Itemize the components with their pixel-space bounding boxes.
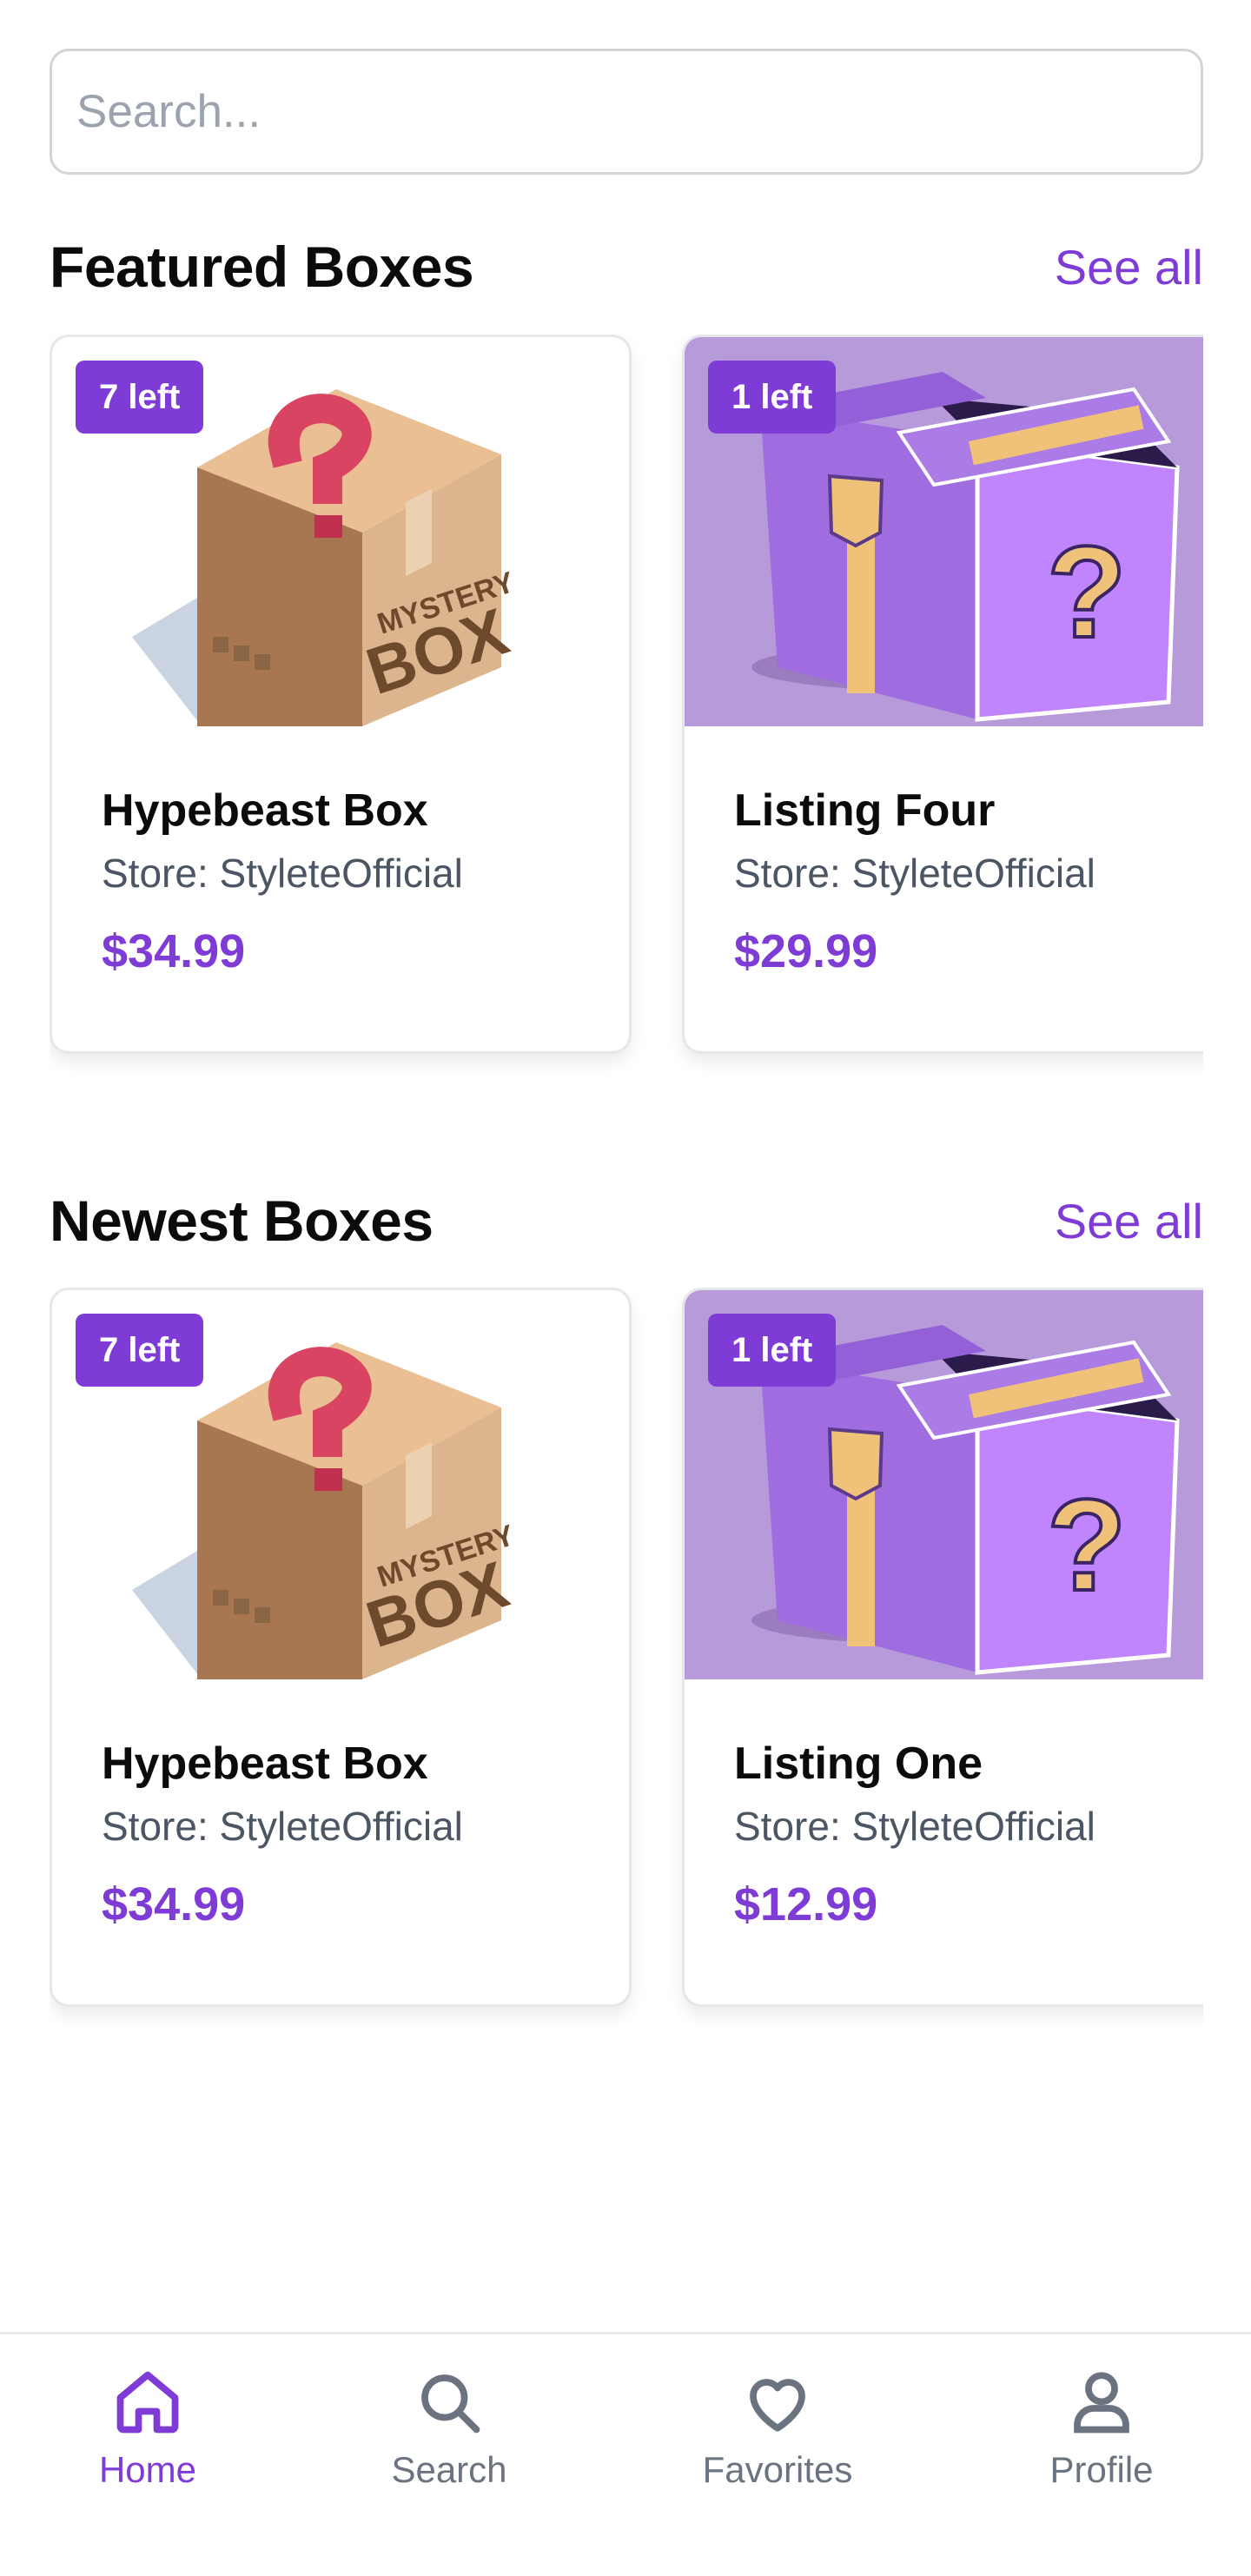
card-title: Hypebeast Box (102, 785, 428, 836)
home-icon (111, 2366, 184, 2439)
nav-label: Profile (1049, 2449, 1154, 2490)
nav-label: Home (98, 2449, 197, 2490)
card-price: $34.99 (102, 1878, 246, 1930)
svg-text:?: ? (1047, 1472, 1127, 1618)
stock-badge: 1 left (708, 1314, 837, 1387)
card-price: $12.99 (734, 1878, 878, 1930)
stock-badge: 7 left (76, 1314, 204, 1387)
search-bar (50, 49, 1203, 175)
svg-text:?: ? (1047, 519, 1127, 665)
card-store: Store: StyleteOfficial (102, 851, 463, 896)
card-title: Listing One (734, 1738, 983, 1789)
card-price: $29.99 (734, 925, 878, 977)
card-store: Store: StyleteOfficial (102, 1804, 463, 1849)
see-all-link[interactable]: See all (1055, 1193, 1203, 1249)
card-title: Listing Four (734, 785, 996, 836)
user-icon (1065, 2366, 1138, 2439)
featured-carousel[interactable]: MYSTERY BOX 7 left Hypebeast Box Store: … (50, 334, 1203, 1073)
nav-search[interactable]: Search (336, 2334, 562, 2508)
search-icon (413, 2366, 486, 2439)
nav-label: Favorites (702, 2449, 853, 2490)
heart-icon (741, 2366, 814, 2439)
nav-home[interactable]: Home (35, 2334, 261, 2508)
featured-section-header: Featured Boxes See all (50, 228, 1203, 306)
stock-badge: 7 left (76, 361, 204, 434)
card-title: Hypebeast Box (102, 1738, 428, 1789)
see-all-link[interactable]: See all (1055, 239, 1203, 295)
newest-carousel[interactable]: MYSTERY BOX 7 left Hypebeast Box Store: … (50, 1288, 1203, 2026)
section-title: Newest Boxes (50, 1189, 434, 1253)
product-card[interactable]: ? 1 left Listing Four Store: StyleteOffi… (682, 334, 1203, 1054)
search-input[interactable] (50, 49, 1203, 175)
nav-label: Search (391, 2449, 507, 2490)
bottom-nav: Home Search Favorites Profile (0, 2332, 1251, 2576)
product-card[interactable]: MYSTERY BOX 7 left Hypebeast Box Store: … (50, 334, 632, 1054)
product-card[interactable]: ? 1 left Listing One Store: StyleteOffic… (682, 1288, 1203, 2007)
section-title: Featured Boxes (50, 235, 474, 299)
nav-profile[interactable]: Profile (989, 2334, 1215, 2508)
newest-section-header: Newest Boxes See all (50, 1182, 1203, 1260)
card-store: Store: StyleteOfficial (734, 851, 1095, 896)
stock-badge: 1 left (708, 361, 837, 434)
nav-favorites[interactable]: Favorites (665, 2334, 890, 2508)
card-price: $34.99 (102, 925, 246, 977)
product-card[interactable]: MYSTERY BOX 7 left Hypebeast Box Store: … (50, 1288, 632, 2007)
card-store: Store: StyleteOfficial (734, 1804, 1095, 1849)
